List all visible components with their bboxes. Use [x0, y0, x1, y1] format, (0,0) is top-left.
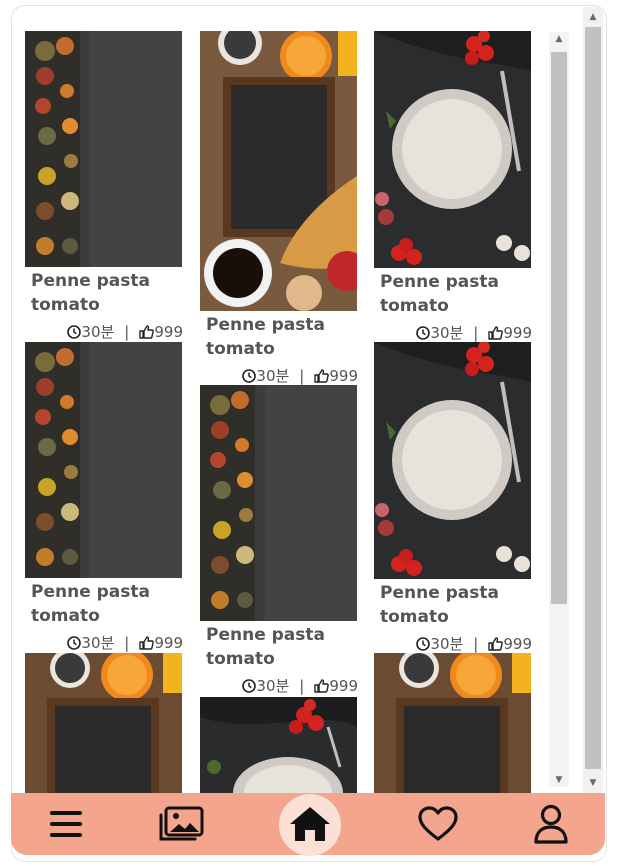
recipe-image [200, 385, 357, 621]
like-count: 999 [503, 635, 532, 653]
cook-time: 30분 [430, 635, 464, 653]
recipe-image [374, 342, 531, 579]
recipe-card[interactable] [25, 653, 183, 793]
recipe-card[interactable]: Penne pasta tomato 30분 | 999 [25, 342, 183, 653]
nav-gallery-button[interactable] [157, 793, 205, 855]
nav-home-button[interactable] [285, 793, 335, 855]
clock-icon [67, 325, 82, 339]
clock-icon [416, 326, 431, 340]
recipe-card[interactable] [374, 653, 532, 793]
cook-time: 30분 [256, 367, 290, 385]
clock-icon [242, 369, 257, 383]
separator: | [124, 634, 130, 652]
like-count: 999 [503, 324, 532, 342]
like-count: 999 [154, 323, 183, 341]
recipe-image [200, 697, 357, 793]
separator: | [299, 367, 305, 385]
thumbs-up-icon [488, 326, 504, 340]
scroll-up-arrow[interactable]: ▲ [549, 32, 569, 46]
like-count: 999 [154, 634, 183, 652]
nav-profile-button[interactable] [530, 793, 572, 855]
recipe-image [25, 342, 182, 578]
scroll-down-arrow[interactable]: ▼ [583, 775, 603, 791]
recipe-card[interactable]: Penne pasta tomato 30분 | 999 [200, 385, 358, 696]
recipe-title[interactable]: Penne pasta tomato [374, 270, 532, 318]
separator: | [124, 323, 130, 341]
thumbs-up-icon [139, 636, 155, 650]
recipe-title[interactable]: Penne pasta tomato [200, 313, 358, 361]
recipe-meta: 30분 | 999 [374, 633, 532, 654]
recipe-image [25, 31, 182, 267]
recipe-title[interactable]: Penne pasta tomato [200, 623, 358, 671]
cook-time: 30분 [81, 634, 115, 652]
scrollbar-thumb[interactable] [585, 27, 601, 769]
recipe-image [200, 31, 357, 311]
recipe-image [374, 653, 531, 793]
recipe-meta: 30분 | 999 [200, 365, 358, 386]
recipe-image [374, 31, 531, 268]
recipe-meta: 30분 | 999 [200, 675, 358, 696]
scrollbar-thumb[interactable] [551, 52, 567, 604]
cook-time: 30분 [81, 323, 115, 341]
recipe-card[interactable]: Penne pasta tomato 30분 | 999 [25, 31, 183, 342]
recipe-card[interactable]: Penne pasta tomato 30분 | 999 [374, 31, 532, 343]
like-count: 999 [329, 367, 358, 385]
home-icon [290, 807, 330, 841]
thumbs-up-icon [314, 369, 330, 383]
separator: | [473, 635, 479, 653]
recipe-grid: Penne pasta tomato 30분 | 999 Penne pasta t… [0, 0, 549, 793]
list-scrollbar[interactable]: ▲ ▼ [549, 32, 569, 787]
nav-menu-button[interactable] [44, 793, 88, 855]
recipe-title[interactable]: Penne pasta tomato [25, 580, 183, 628]
separator: | [299, 677, 305, 695]
thumbs-up-icon [139, 325, 155, 339]
gallery-icon [159, 806, 204, 841]
user-icon [534, 804, 568, 844]
recipe-card[interactable]: Penne pasta tomato 30분 | 999 [374, 342, 532, 654]
clock-icon [416, 637, 431, 651]
cook-time: 30분 [256, 677, 290, 695]
separator: | [473, 324, 479, 342]
clock-icon [242, 679, 257, 693]
nav-favorites-button[interactable] [416, 793, 460, 855]
page-scrollbar[interactable]: ▲ ▼ [583, 7, 603, 793]
scroll-up-arrow[interactable]: ▲ [583, 9, 603, 25]
clock-icon [67, 636, 82, 650]
recipe-meta: 30분 | 999 [25, 321, 183, 342]
recipe-image [25, 653, 182, 793]
hamburger-icon [50, 811, 82, 837]
recipe-card[interactable]: Penne pasta tomato 30분 | 999 [200, 31, 358, 386]
heart-icon [418, 806, 458, 841]
thumbs-up-icon [314, 679, 330, 693]
like-count: 999 [329, 677, 358, 695]
scroll-down-arrow[interactable]: ▼ [549, 773, 569, 787]
recipe-title[interactable]: Penne pasta tomato [25, 269, 183, 317]
recipe-meta: 30분 | 999 [374, 322, 532, 343]
recipe-meta: 30분 | 999 [25, 632, 183, 653]
cook-time: 30분 [430, 324, 464, 342]
recipe-card[interactable] [200, 697, 358, 793]
thumbs-up-icon [488, 637, 504, 651]
recipe-title[interactable]: Penne pasta tomato [374, 581, 532, 629]
